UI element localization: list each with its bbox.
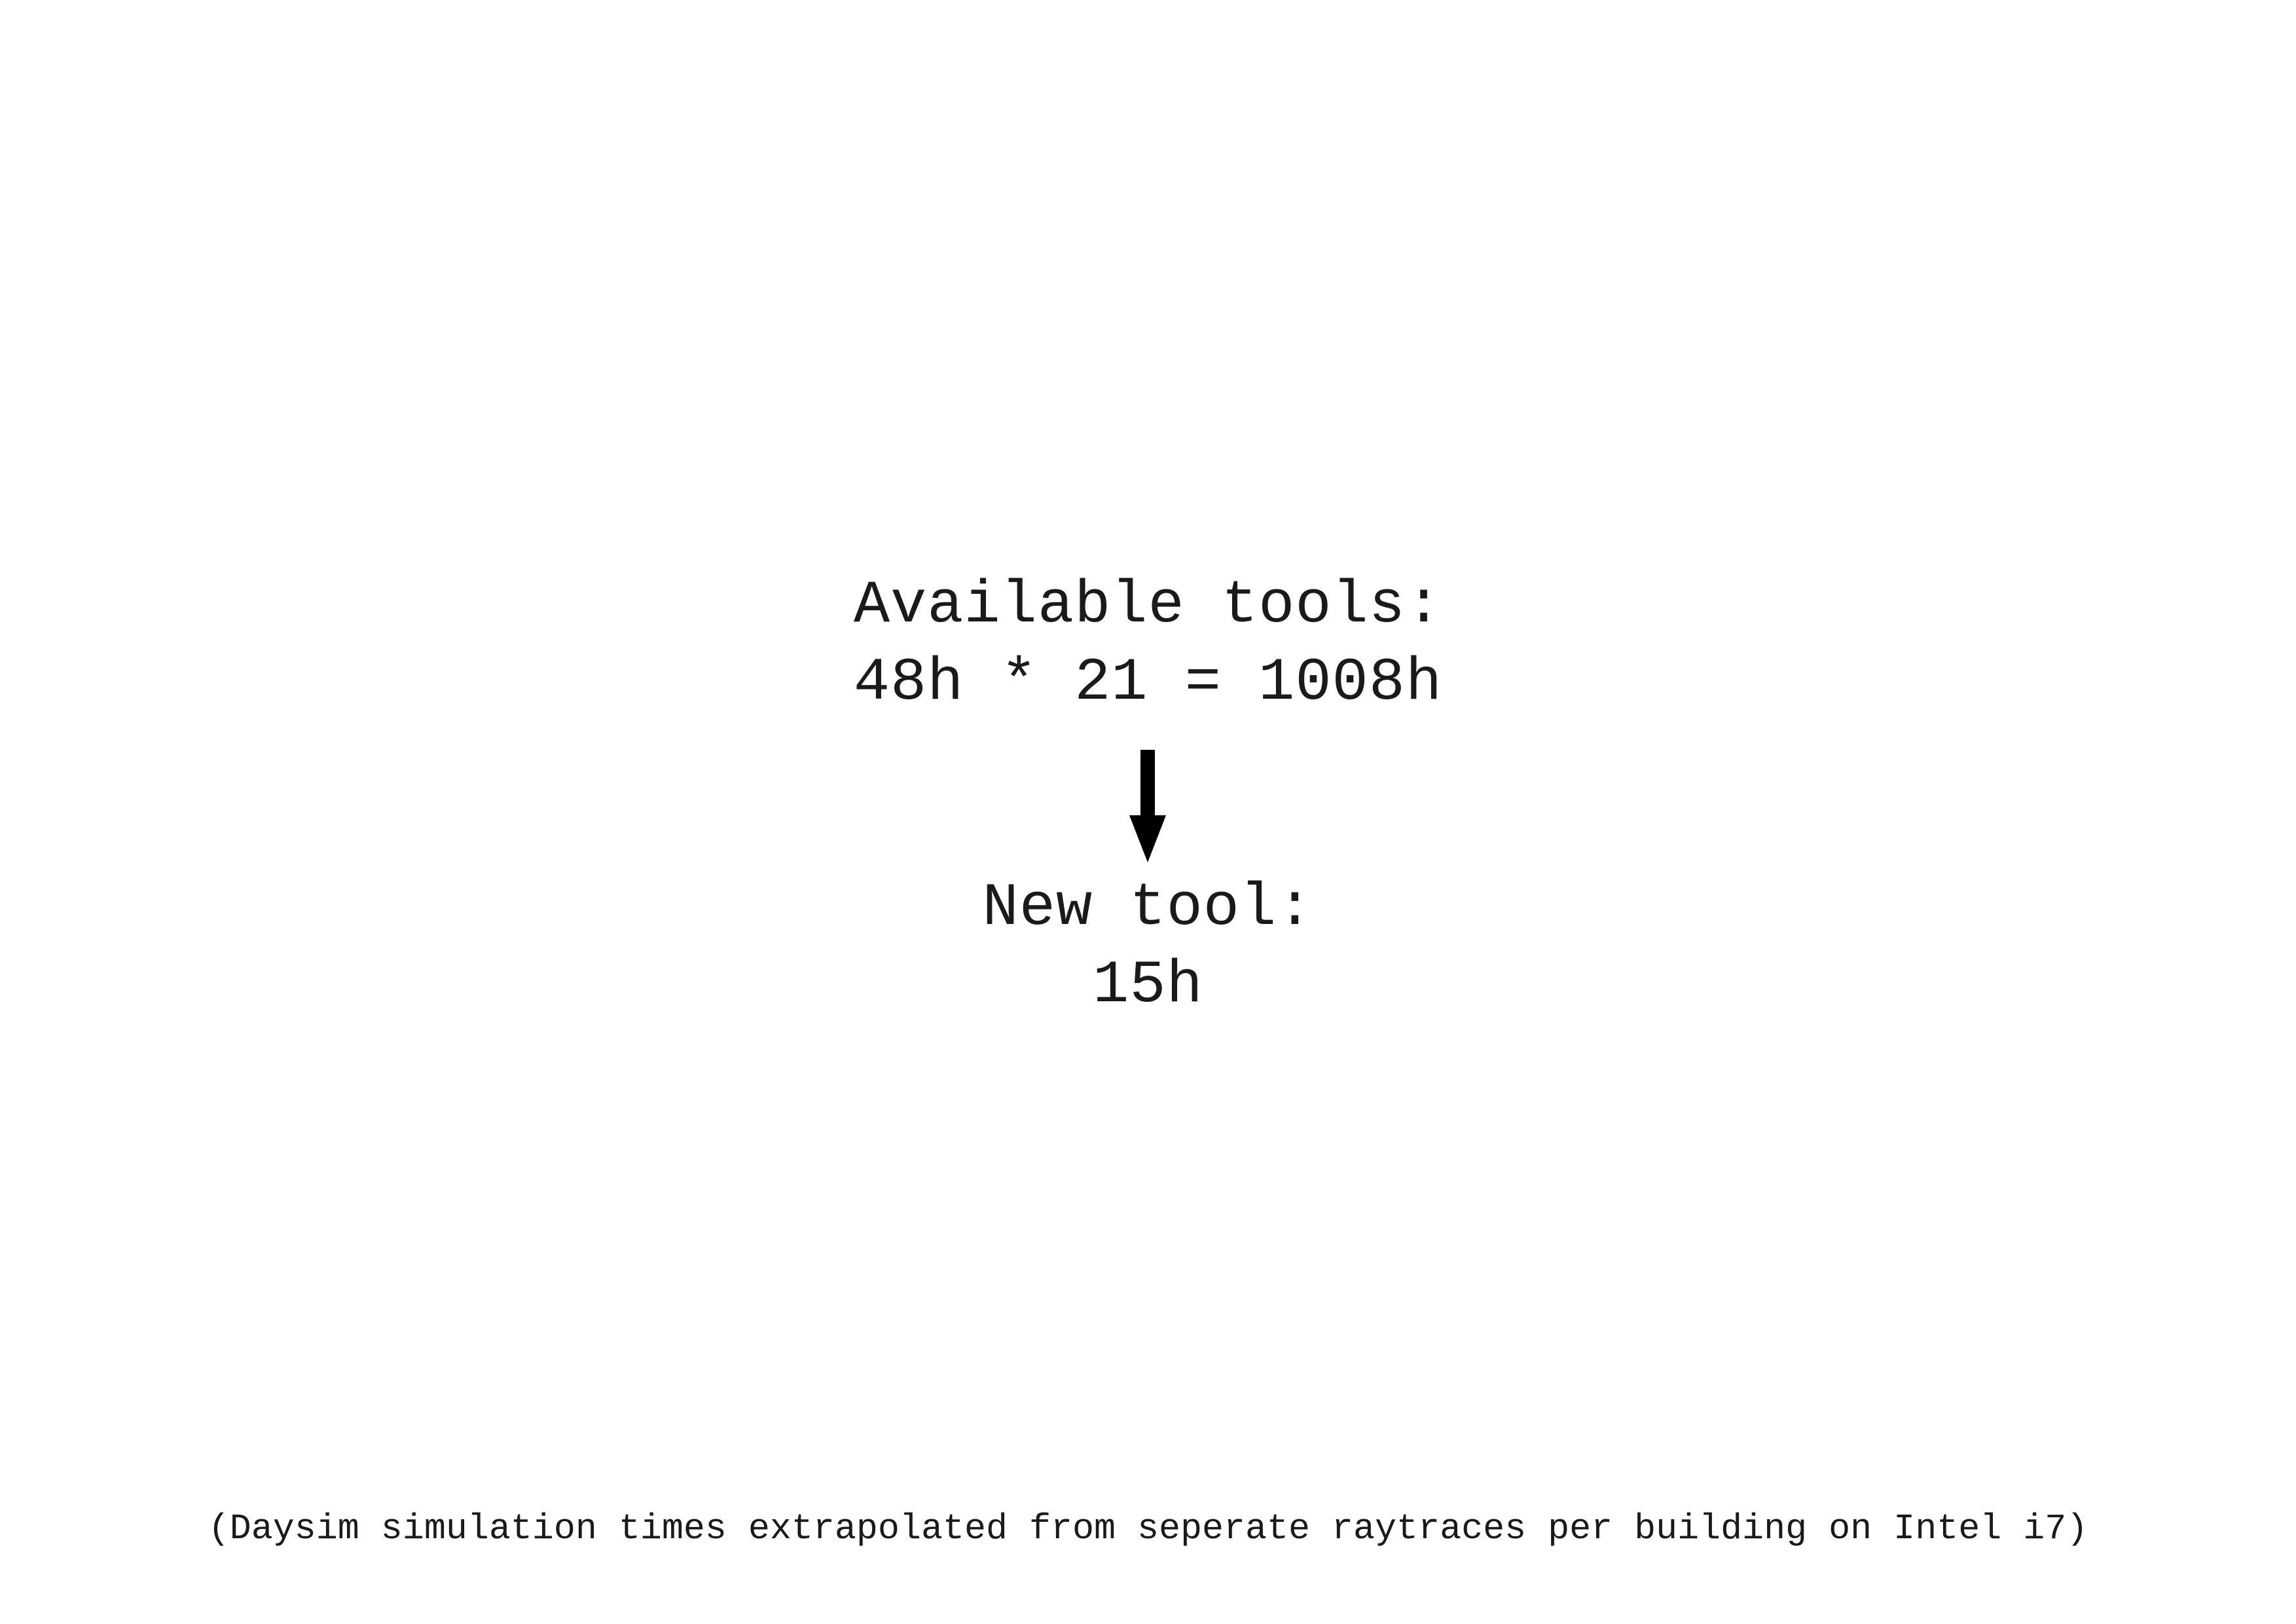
available-tools-block: Available tools: 48h * 21 = 1008h <box>0 567 2296 722</box>
slide: { "available": { "heading": "Available t… <box>0 0 2296 1624</box>
available-tools-formula: 48h * 21 = 1008h <box>853 648 1443 717</box>
footnote: (Daysim simulation times extrapolated fr… <box>208 1508 2088 1549</box>
new-tool-block: New tool: 15h <box>0 870 2296 1024</box>
available-tools-heading: Available tools: <box>853 571 1443 640</box>
new-tool-heading: New tool: <box>982 874 1314 942</box>
new-tool-value: 15h <box>1093 951 1203 1020</box>
arrow-down-icon <box>1112 750 1184 862</box>
